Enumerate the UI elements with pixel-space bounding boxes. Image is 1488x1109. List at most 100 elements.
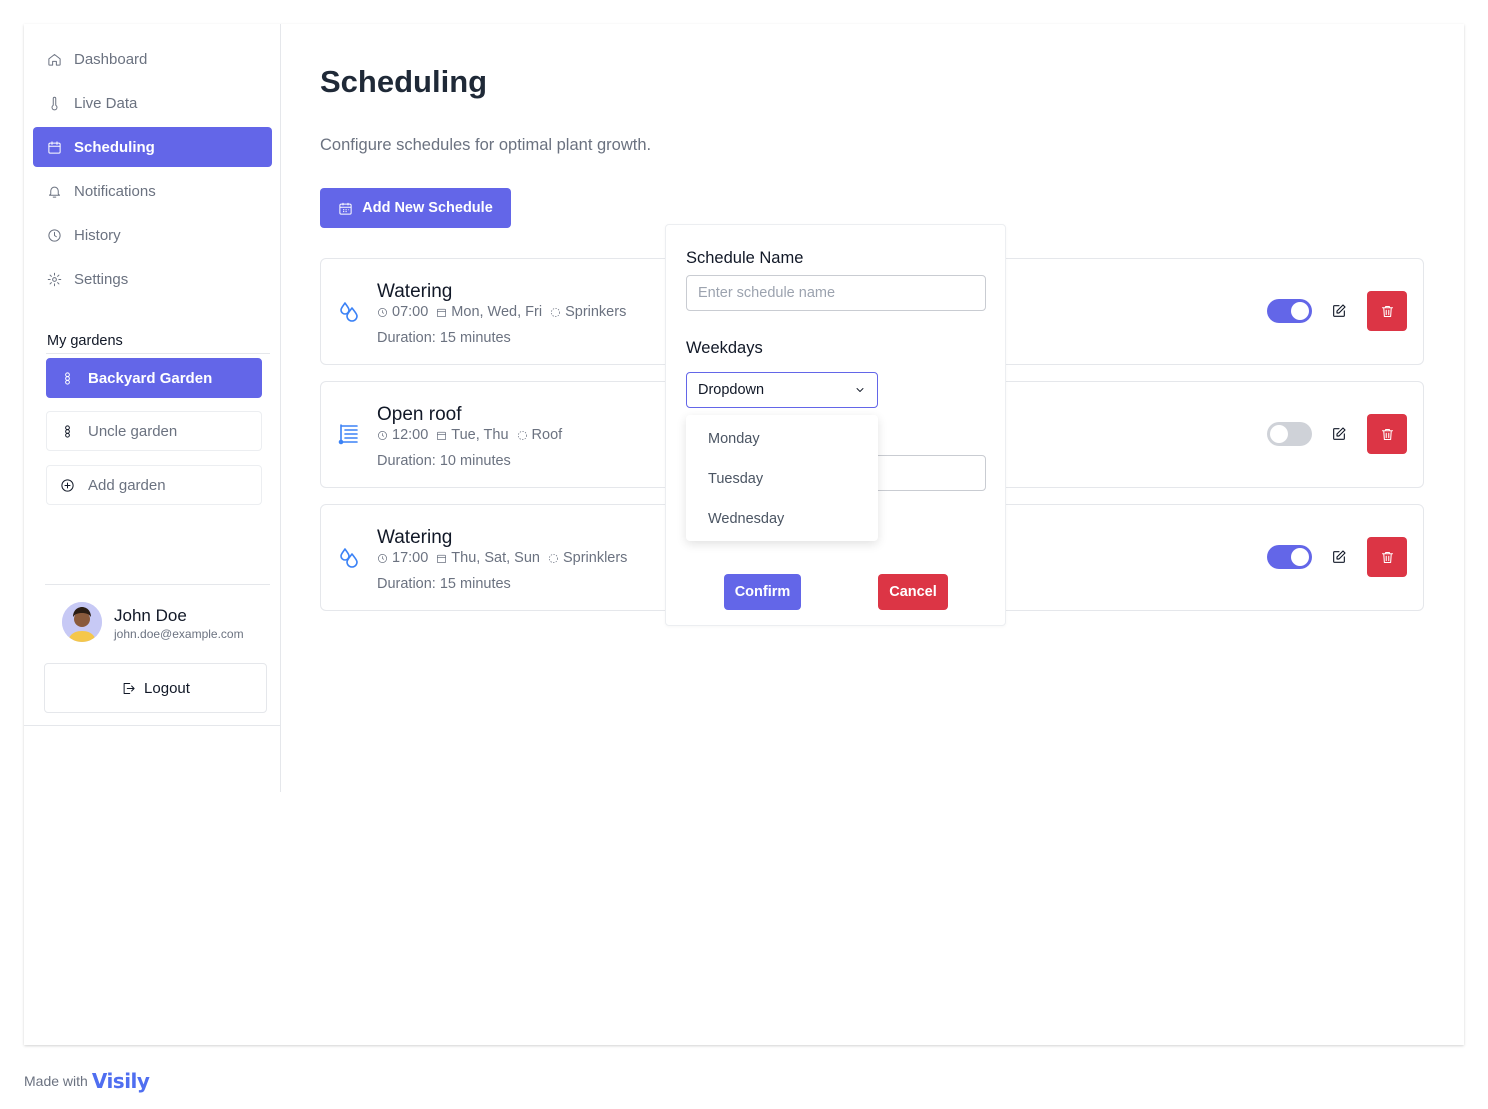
edit-button[interactable] (1325, 422, 1353, 446)
chevron-down-icon (856, 388, 864, 392)
page-title: Scheduling (320, 64, 488, 99)
add-garden-button[interactable]: Add garden (46, 465, 262, 505)
garden-item-label: Add garden (88, 476, 166, 494)
schedule-device: Sprinkers (565, 304, 627, 320)
app-window: Dashboard Live Data Scheduling Notificat… (24, 24, 1464, 1045)
clock-icon (378, 430, 387, 440)
home-icon (46, 51, 62, 67)
sidebar-item-label: Settings (74, 270, 129, 288)
sidebar-item-label: Scheduling (74, 138, 155, 156)
sidebar-item-settings[interactable]: Settings (33, 259, 272, 299)
trash-icon (1381, 428, 1393, 440)
schedule-device: Roof (531, 427, 563, 443)
edit-button[interactable] (1325, 545, 1353, 569)
sidebar-item-dashboard[interactable]: Dashboard (33, 39, 272, 79)
dropdown-value: Dropdown (698, 382, 765, 398)
cancel-button[interactable]: Cancel (878, 574, 948, 610)
device-icon (551, 307, 561, 317)
visily-logo[interactable]: Visily (92, 1069, 150, 1093)
schedule-title: Watering (377, 527, 453, 548)
divider (45, 584, 270, 585)
divider (46, 353, 270, 354)
delete-button[interactable] (1367, 414, 1407, 454)
schedule-toggle[interactable] (1267, 422, 1312, 446)
schedule-duration: Duration: 10 minutes (377, 453, 511, 469)
schedule-toggle[interactable] (1267, 545, 1312, 569)
made-with-label: Made with (24, 1073, 88, 1089)
roof-icon (337, 422, 361, 446)
sidebar-item-history[interactable]: History (33, 215, 272, 255)
sidebar-item-live-data[interactable]: Live Data (33, 83, 272, 123)
garden-item-label: Backyard Garden (88, 369, 213, 387)
edit-button[interactable] (1325, 299, 1353, 323)
clock-icon (46, 227, 62, 243)
garden-item-label: Uncle garden (88, 422, 178, 440)
flower-icon (59, 423, 75, 439)
schedule-modal: Schedule Name Weekdays Dropdown Monday T… (665, 224, 1006, 626)
sidebar-item-label: Dashboard (74, 50, 148, 68)
garden-item-uncle[interactable]: Uncle garden (46, 411, 262, 451)
add-schedule-button[interactable]: Add New Schedule (320, 188, 511, 228)
trash-icon (1381, 305, 1393, 317)
clock-icon (378, 307, 387, 317)
calendar-icon (437, 431, 447, 440)
schedule-toggle[interactable] (1267, 299, 1312, 323)
sidebar-item-scheduling[interactable]: Scheduling (33, 127, 272, 167)
dropdown-option-tuesday[interactable]: Tuesday (686, 459, 878, 499)
sidebar-item-notifications[interactable]: Notifications (33, 171, 272, 211)
dropdown-option-wednesday[interactable]: Wednesday (686, 499, 878, 539)
schedule-meta: 17:00 Thu, Sat, Sun Sprinklers (377, 550, 635, 566)
schedule-time: 07:00 (392, 304, 429, 320)
schedule-name-label: Schedule Name (686, 249, 804, 267)
clock-icon (378, 553, 387, 563)
weekdays-label: Weekdays (686, 339, 763, 357)
edit-icon (1333, 304, 1346, 317)
dropdown-menu: Monday Tuesday Wednesday (686, 415, 878, 541)
gardens-heading: My gardens (47, 333, 123, 349)
delete-button[interactable] (1367, 291, 1407, 331)
add-schedule-label: Add New Schedule (362, 200, 493, 216)
bell-icon (46, 183, 62, 199)
weekdays-dropdown[interactable]: Dropdown (686, 372, 878, 408)
schedule-duration: Duration: 15 minutes (377, 330, 511, 346)
calendar-icon (339, 202, 352, 215)
schedule-title: Watering (377, 281, 453, 302)
thermometer-icon (46, 95, 62, 111)
schedule-days: Mon, Wed, Fri (451, 304, 543, 320)
schedule-duration: Duration: 15 minutes (377, 576, 511, 592)
made-with-footer: Made with Visily (24, 1069, 150, 1093)
schedule-time: 17:00 (392, 550, 429, 566)
droplets-icon (337, 299, 361, 323)
page-subtitle: Configure schedules for optimal plant gr… (320, 136, 652, 154)
delete-button[interactable] (1367, 537, 1407, 577)
sidebar-item-label: Live Data (74, 94, 138, 112)
flower-icon (59, 370, 75, 386)
confirm-button[interactable]: Confirm (724, 574, 801, 610)
gear-icon (46, 271, 62, 287)
device-icon (548, 553, 558, 563)
dropdown-option-monday[interactable]: Monday (686, 419, 878, 459)
schedule-meta: 12:00 Tue, Thu Roof (377, 427, 570, 443)
schedule-days: Thu, Sat, Sun (451, 550, 540, 566)
schedule-time: 12:00 (392, 427, 429, 443)
schedule-device: Sprinklers (562, 550, 628, 566)
calendar-icon (46, 139, 62, 155)
user-email: john.doe@example.com (114, 627, 244, 641)
schedule-meta: 07:00 Mon, Wed, Fri Sprinkers (377, 304, 634, 320)
calendar-icon (437, 308, 447, 317)
edit-icon (1333, 550, 1346, 563)
edit-icon (1333, 427, 1346, 440)
schedule-name-input[interactable] (686, 275, 986, 311)
droplets-icon (337, 545, 361, 569)
sidebar-item-label: Notifications (74, 182, 156, 200)
avatar (62, 602, 102, 642)
plus-circle-icon (59, 477, 75, 493)
schedule-title: Open roof (377, 404, 462, 425)
logout-button[interactable]: Logout (44, 663, 267, 713)
logout-icon (123, 682, 135, 694)
garden-item-backyard[interactable]: Backyard Garden (46, 358, 262, 398)
sidebar: Dashboard Live Data Scheduling Notificat… (24, 24, 281, 792)
divider (24, 725, 280, 726)
logout-label: Logout (144, 679, 190, 697)
sidebar-item-label: History (74, 226, 121, 244)
